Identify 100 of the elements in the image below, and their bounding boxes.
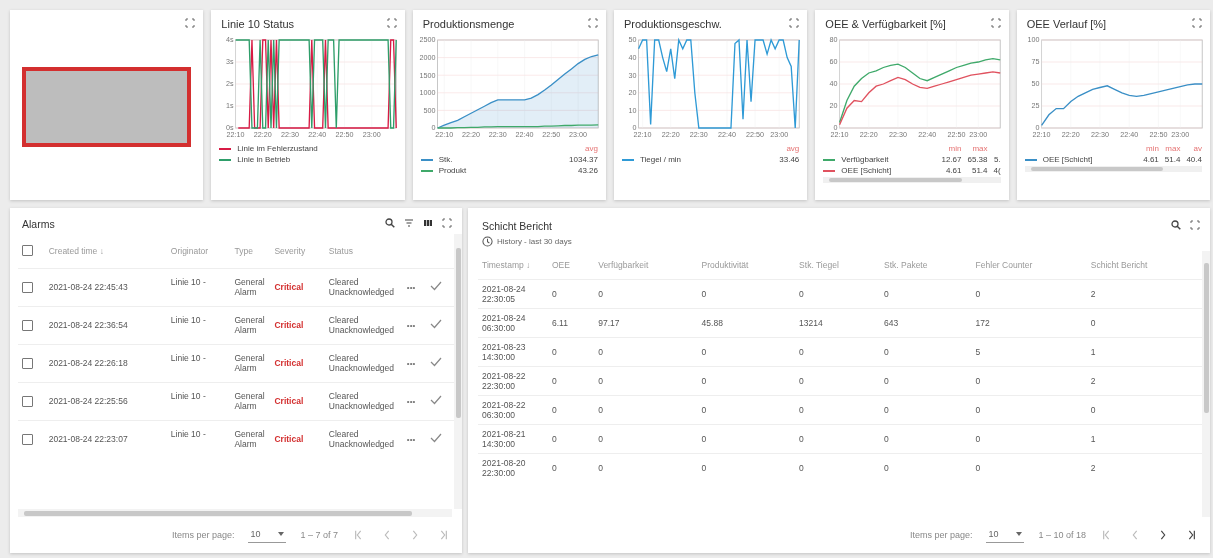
fullscreen-icon[interactable] <box>185 18 196 28</box>
fullscreen-icon[interactable] <box>789 18 800 28</box>
table-cell: 0 <box>795 453 880 482</box>
table-cell: 0 <box>880 453 972 482</box>
checkbox[interactable] <box>22 319 33 331</box>
legend-header: min <box>1144 144 1159 153</box>
legend-value: 33.46 <box>779 155 800 164</box>
checkbox[interactable] <box>22 395 33 407</box>
column-header[interactable]: Fehler Counter <box>971 251 1087 279</box>
legend-header: max <box>1164 144 1181 153</box>
filter-icon[interactable] <box>404 218 414 228</box>
column-header[interactable]: Status <box>324 234 403 268</box>
range-label: 1 – 7 of 7 <box>300 530 338 540</box>
fullscreen-icon[interactable] <box>990 18 1001 28</box>
legend-label: Produkt <box>438 166 468 175</box>
scrollbar[interactable] <box>823 177 1001 183</box>
table-cell: General Alarm <box>230 268 271 306</box>
table-cell: 0 <box>594 366 698 395</box>
chevron-left-icon <box>382 529 392 541</box>
table-cell: General Alarm <box>230 382 271 420</box>
legend-line-icon <box>823 158 836 161</box>
table-cell: Linie 10 - <box>166 344 231 382</box>
table-cell: 97.17 <box>594 308 698 337</box>
severity-label: Critical <box>270 268 325 306</box>
checkmark-icon[interactable] <box>429 433 442 444</box>
checkmark-icon[interactable] <box>429 395 442 405</box>
more-button[interactable]: ••• <box>406 283 416 292</box>
column-header[interactable]: Verfügbarkeit <box>594 251 698 279</box>
column-header[interactable]: Produktivität <box>697 251 796 279</box>
chevron-right-icon <box>1158 529 1168 541</box>
checkbox[interactable] <box>22 357 33 369</box>
checkbox[interactable] <box>22 245 33 257</box>
table-cell: General Alarm <box>230 420 271 458</box>
table-cell: 0 <box>795 395 880 424</box>
scrollbar[interactable] <box>454 234 462 509</box>
last-page-icon <box>1186 529 1196 541</box>
table-cell: General Alarm <box>230 344 271 382</box>
more-button[interactable]: ••• <box>406 397 416 406</box>
legend-header: avg <box>785 144 800 153</box>
table-cell: 0 <box>594 424 698 453</box>
column-header[interactable]: Stk. Pakete <box>880 251 972 279</box>
table-cell: 2021-08-21 14:30:00 <box>478 424 548 453</box>
column-header[interactable]: Schicht Bericht <box>1086 251 1202 279</box>
more-button[interactable]: ••• <box>406 435 416 445</box>
caret-icon <box>278 532 285 536</box>
column-header[interactable]: Stk. Tiegel <box>795 251 880 279</box>
scrollbar[interactable] <box>18 509 452 517</box>
table-cell: 2021-08-24 22:23:07 <box>44 420 167 458</box>
legend-line-icon <box>219 158 232 161</box>
table-cell: Linie 10 - <box>166 268 231 306</box>
table-cell: 5 <box>971 337 1087 366</box>
fullscreen-icon[interactable] <box>442 218 452 228</box>
table-cell: 643 <box>880 308 972 337</box>
table-cell: 45.88 <box>697 308 796 337</box>
search-icon[interactable] <box>385 218 395 228</box>
search-icon[interactable] <box>1171 220 1181 230</box>
items-per-page-label: Items per page: <box>171 530 235 540</box>
chart-title: Produktionsmenge <box>422 18 515 30</box>
checkbox[interactable] <box>22 433 33 445</box>
more-button[interactable]: ••• <box>406 359 416 368</box>
table-cell: 0 <box>971 395 1087 424</box>
more-button[interactable]: ••• <box>406 321 416 330</box>
column-header[interactable]: Severity <box>270 234 325 268</box>
table-cell: Linie 10 - <box>166 306 231 344</box>
legend-label: Linie im Fehlerzustand <box>237 144 319 153</box>
checkmark-icon[interactable] <box>429 357 442 367</box>
table-cell: Cleared Unacknowledged <box>324 344 403 382</box>
column-header[interactable]: OEE <box>548 251 595 279</box>
table-cell: 0 <box>971 424 1087 453</box>
legend-header: avg <box>584 144 598 153</box>
time-window-label[interactable]: History - last 30 days <box>497 237 572 246</box>
fullscreen-icon[interactable] <box>1190 220 1200 230</box>
checkbox[interactable] <box>22 281 33 293</box>
column-header[interactable]: Timestamp ↓ <box>478 251 548 279</box>
table-cell: 0 <box>795 279 880 308</box>
items-per-page-select[interactable]: 10 <box>248 527 287 543</box>
legend-value: 5. <box>993 155 1001 164</box>
column-header[interactable]: Originator <box>166 234 231 268</box>
column-header[interactable]: Type <box>230 234 271 268</box>
table-cell: 2021-08-20 22:30:00 <box>478 453 548 482</box>
table-cell: 0 <box>971 366 1087 395</box>
table-cell: 2021-08-24 22:36:54 <box>44 306 167 344</box>
table-cell: 6.11 <box>548 308 595 337</box>
fullscreen-icon[interactable] <box>588 18 598 28</box>
table-cell: 0 <box>880 424 972 453</box>
fullscreen-icon[interactable] <box>386 18 397 28</box>
fullscreen-icon[interactable] <box>1192 18 1202 28</box>
scrollbar[interactable] <box>1024 166 1202 172</box>
columns-icon[interactable] <box>423 218 433 228</box>
items-per-page-select[interactable]: 10 <box>986 527 1025 543</box>
column-header[interactable]: Created time ↓ <box>44 234 167 268</box>
table-cell: 0 <box>697 395 796 424</box>
checkmark-icon[interactable] <box>429 319 442 329</box>
checkmark-icon[interactable] <box>429 281 442 291</box>
table-cell: Linie 10 - <box>166 382 231 420</box>
chart-title: Produktionsgeschw. <box>624 18 722 30</box>
table-cell: 2021-08-24 22:30:05 <box>478 279 548 308</box>
table-cell: 0 <box>548 337 595 366</box>
legend-value: 43.26 <box>576 166 598 175</box>
scrollbar[interactable] <box>1202 251 1210 517</box>
